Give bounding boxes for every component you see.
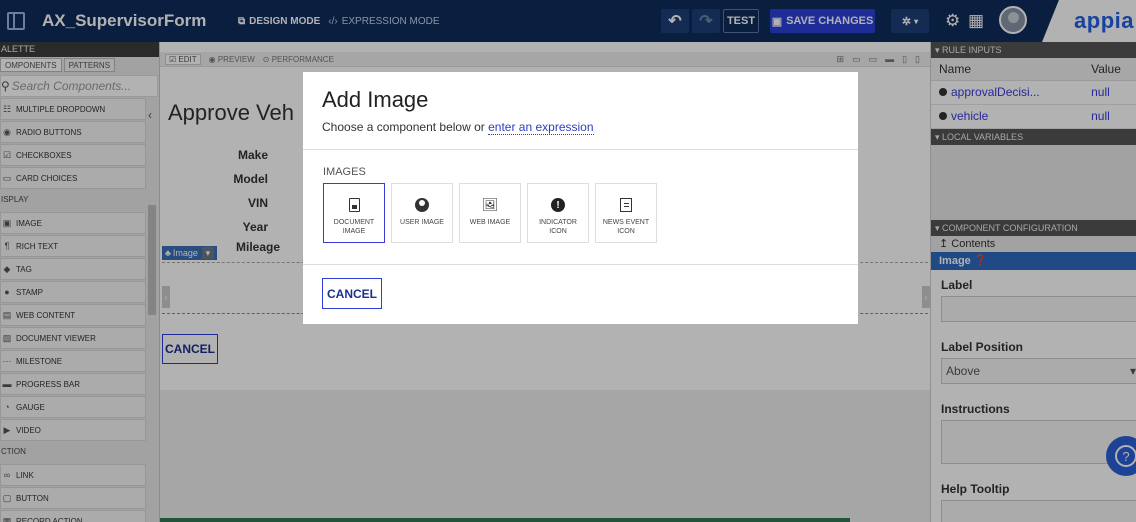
divider [303,264,858,265]
enter-expression-link[interactable]: enter an expression [488,120,594,135]
indicator-icon-tile[interactable]: ! INDICATOR ICON [527,183,589,243]
web-image-icon: 🖼 [481,197,499,212]
news-event-icon [620,198,632,212]
tile-label: WEB IMAGE [469,219,511,226]
news-event-icon-tile[interactable]: NEWS EVENT ICON [595,183,657,243]
dialog-title: Add Image [322,87,429,112]
document-image-icon [348,198,360,212]
images-section-label: IMAGES [323,166,366,178]
tile-label: INDICATOR ICON [539,219,577,235]
dialog-subtitle-text: Choose a component below or [322,120,489,134]
web-image-tile[interactable]: 🖼 WEB IMAGE [459,183,521,243]
divider [303,149,858,150]
tile-label: USER IMAGE [400,219,444,226]
tile-label: DOCUMENT IMAGE [333,219,375,235]
document-image-tile[interactable]: DOCUMENT IMAGE [323,183,385,243]
user-image-tile[interactable]: USER IMAGE [391,183,453,243]
image-component-tiles: DOCUMENT IMAGE USER IMAGE 🖼 WEB IMAGE ! … [323,183,657,243]
add-image-dialog: Add Image Choose a component below or en… [303,72,858,324]
tile-label: NEWS EVENT ICON [602,219,650,235]
user-image-icon [415,198,429,212]
dialog-subtitle: Choose a component below or enter an exp… [322,120,594,135]
dialog-cancel-button[interactable]: CANCEL [322,278,382,309]
indicator-icon: ! [551,198,565,212]
